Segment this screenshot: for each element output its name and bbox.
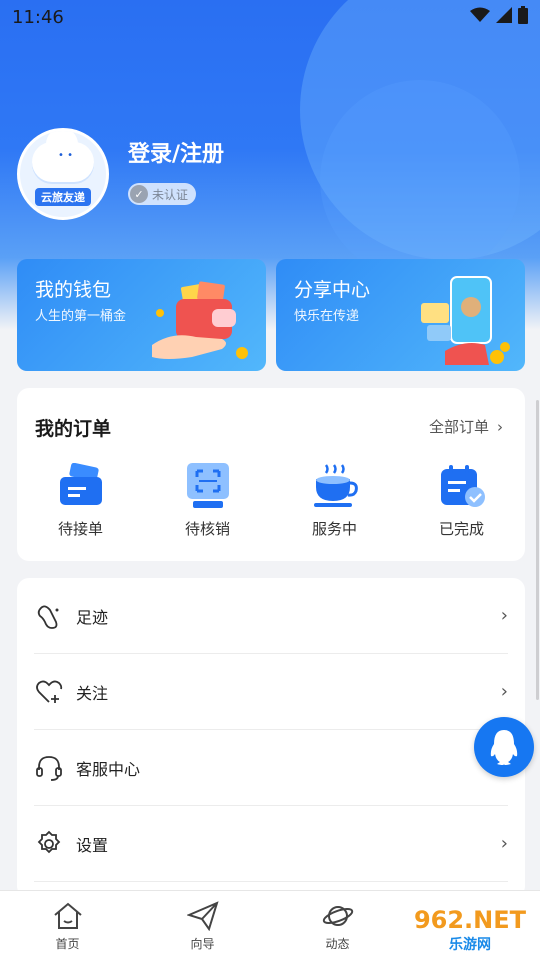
- order-status-in-service[interactable]: 服务中: [271, 462, 398, 539]
- avatar[interactable]: • • 云旅友递: [17, 128, 109, 220]
- cloud-mascot-icon: • •: [32, 131, 94, 182]
- gear-icon: [34, 829, 64, 859]
- share-illustration-icon: [415, 273, 511, 371]
- status-icons: [470, 6, 528, 28]
- order-status-label: 待接单: [57, 520, 103, 538]
- status-bar: 11:46: [0, 0, 540, 34]
- tab-moments[interactable]: 动态: [270, 891, 405, 960]
- order-status-list: 待接单 待核销 服务中 已完成: [17, 462, 525, 539]
- order-status-pending-accept[interactable]: 待接单: [17, 462, 144, 539]
- calendar-check-icon: [437, 462, 487, 510]
- tab-label: 向导: [190, 937, 215, 951]
- order-status-pending-verify[interactable]: 待核销: [144, 462, 271, 539]
- planet-icon: [322, 906, 353, 926]
- menu-item-label: 客服中心: [76, 759, 141, 779]
- order-status-label: 已完成: [438, 520, 484, 538]
- footprint-icon: [34, 601, 64, 631]
- share-center-card[interactable]: 分享中心 快乐在传递: [276, 259, 525, 371]
- menu-item-settings[interactable]: 设置 ›: [34, 806, 508, 882]
- chevron-right-icon: ›: [500, 605, 508, 626]
- penguin-icon: [490, 730, 518, 765]
- all-orders-link[interactable]: 全部订单 ›: [429, 416, 503, 437]
- watermark-top: 962.NET: [413, 906, 527, 934]
- chevron-right-icon: ›: [500, 833, 508, 854]
- chevron-right-icon: ›: [500, 681, 508, 702]
- check-shield-icon: ✓: [130, 185, 148, 203]
- home-icon: [53, 902, 82, 929]
- coffee-cup-icon: [310, 462, 360, 510]
- order-status-label: 待核销: [184, 520, 230, 538]
- qq-chat-button[interactable]: [474, 717, 534, 777]
- orders-title: 我的订单: [35, 418, 112, 440]
- wifi-icon: [470, 7, 490, 27]
- avatar-brand-text: 云旅友递: [35, 188, 91, 206]
- wallet-card[interactable]: 我的钱包 人生的第一桶金: [17, 259, 266, 371]
- orders-card: 我的订单 全部订单 › 待接单 待核销 服务中 已完成: [17, 388, 525, 561]
- menu-card: 足迹 › 关注 › 客服中心 设置 ›: [17, 578, 525, 898]
- wallet-illustration-icon: [152, 273, 252, 369]
- tab-label: 动态: [325, 937, 350, 951]
- paper-plane-icon: [186, 901, 219, 931]
- status-time: 11:46: [12, 6, 64, 28]
- wallet-title: 我的钱包: [35, 279, 112, 301]
- menu-item-label: 关注: [76, 683, 109, 703]
- scan-code-icon: [183, 462, 233, 510]
- battery-icon: [518, 6, 528, 28]
- menu-item-follow[interactable]: 关注 ›: [34, 654, 508, 730]
- verification-badge[interactable]: ✓ 未认证: [128, 183, 197, 205]
- watermark-bottom: 乐游网: [449, 937, 491, 953]
- order-status-label: 服务中: [311, 520, 357, 538]
- site-watermark: 962.NET 乐游网: [400, 900, 540, 960]
- order-status-completed[interactable]: 已完成: [398, 462, 525, 539]
- wallet-subtitle: 人生的第一桶金: [35, 309, 127, 324]
- tab-home[interactable]: 首页: [0, 891, 135, 960]
- chevron-right-icon: ›: [497, 418, 503, 436]
- all-orders-label: 全部订单: [428, 418, 489, 436]
- menu-item-label: 设置: [76, 835, 109, 855]
- heart-plus-icon: [34, 677, 64, 707]
- share-title: 分享中心: [294, 279, 371, 301]
- tab-label: 首页: [55, 937, 80, 951]
- signal-icon: [496, 7, 512, 27]
- scrollbar[interactable]: [536, 400, 539, 700]
- headset-icon: [34, 753, 64, 783]
- menu-item-footprint[interactable]: 足迹 ›: [34, 578, 508, 654]
- menu-item-label: 足迹: [76, 607, 109, 627]
- ticket-icon: [56, 462, 106, 510]
- mascot-face: • •: [58, 150, 73, 161]
- decor-circle: [320, 80, 520, 280]
- menu-item-customer-service[interactable]: 客服中心: [34, 730, 508, 806]
- share-subtitle: 快乐在传递: [294, 309, 360, 324]
- login-register-link[interactable]: 登录/注册: [128, 136, 224, 168]
- tab-guide[interactable]: 向导: [135, 891, 270, 960]
- verification-status: 未认证: [152, 187, 189, 202]
